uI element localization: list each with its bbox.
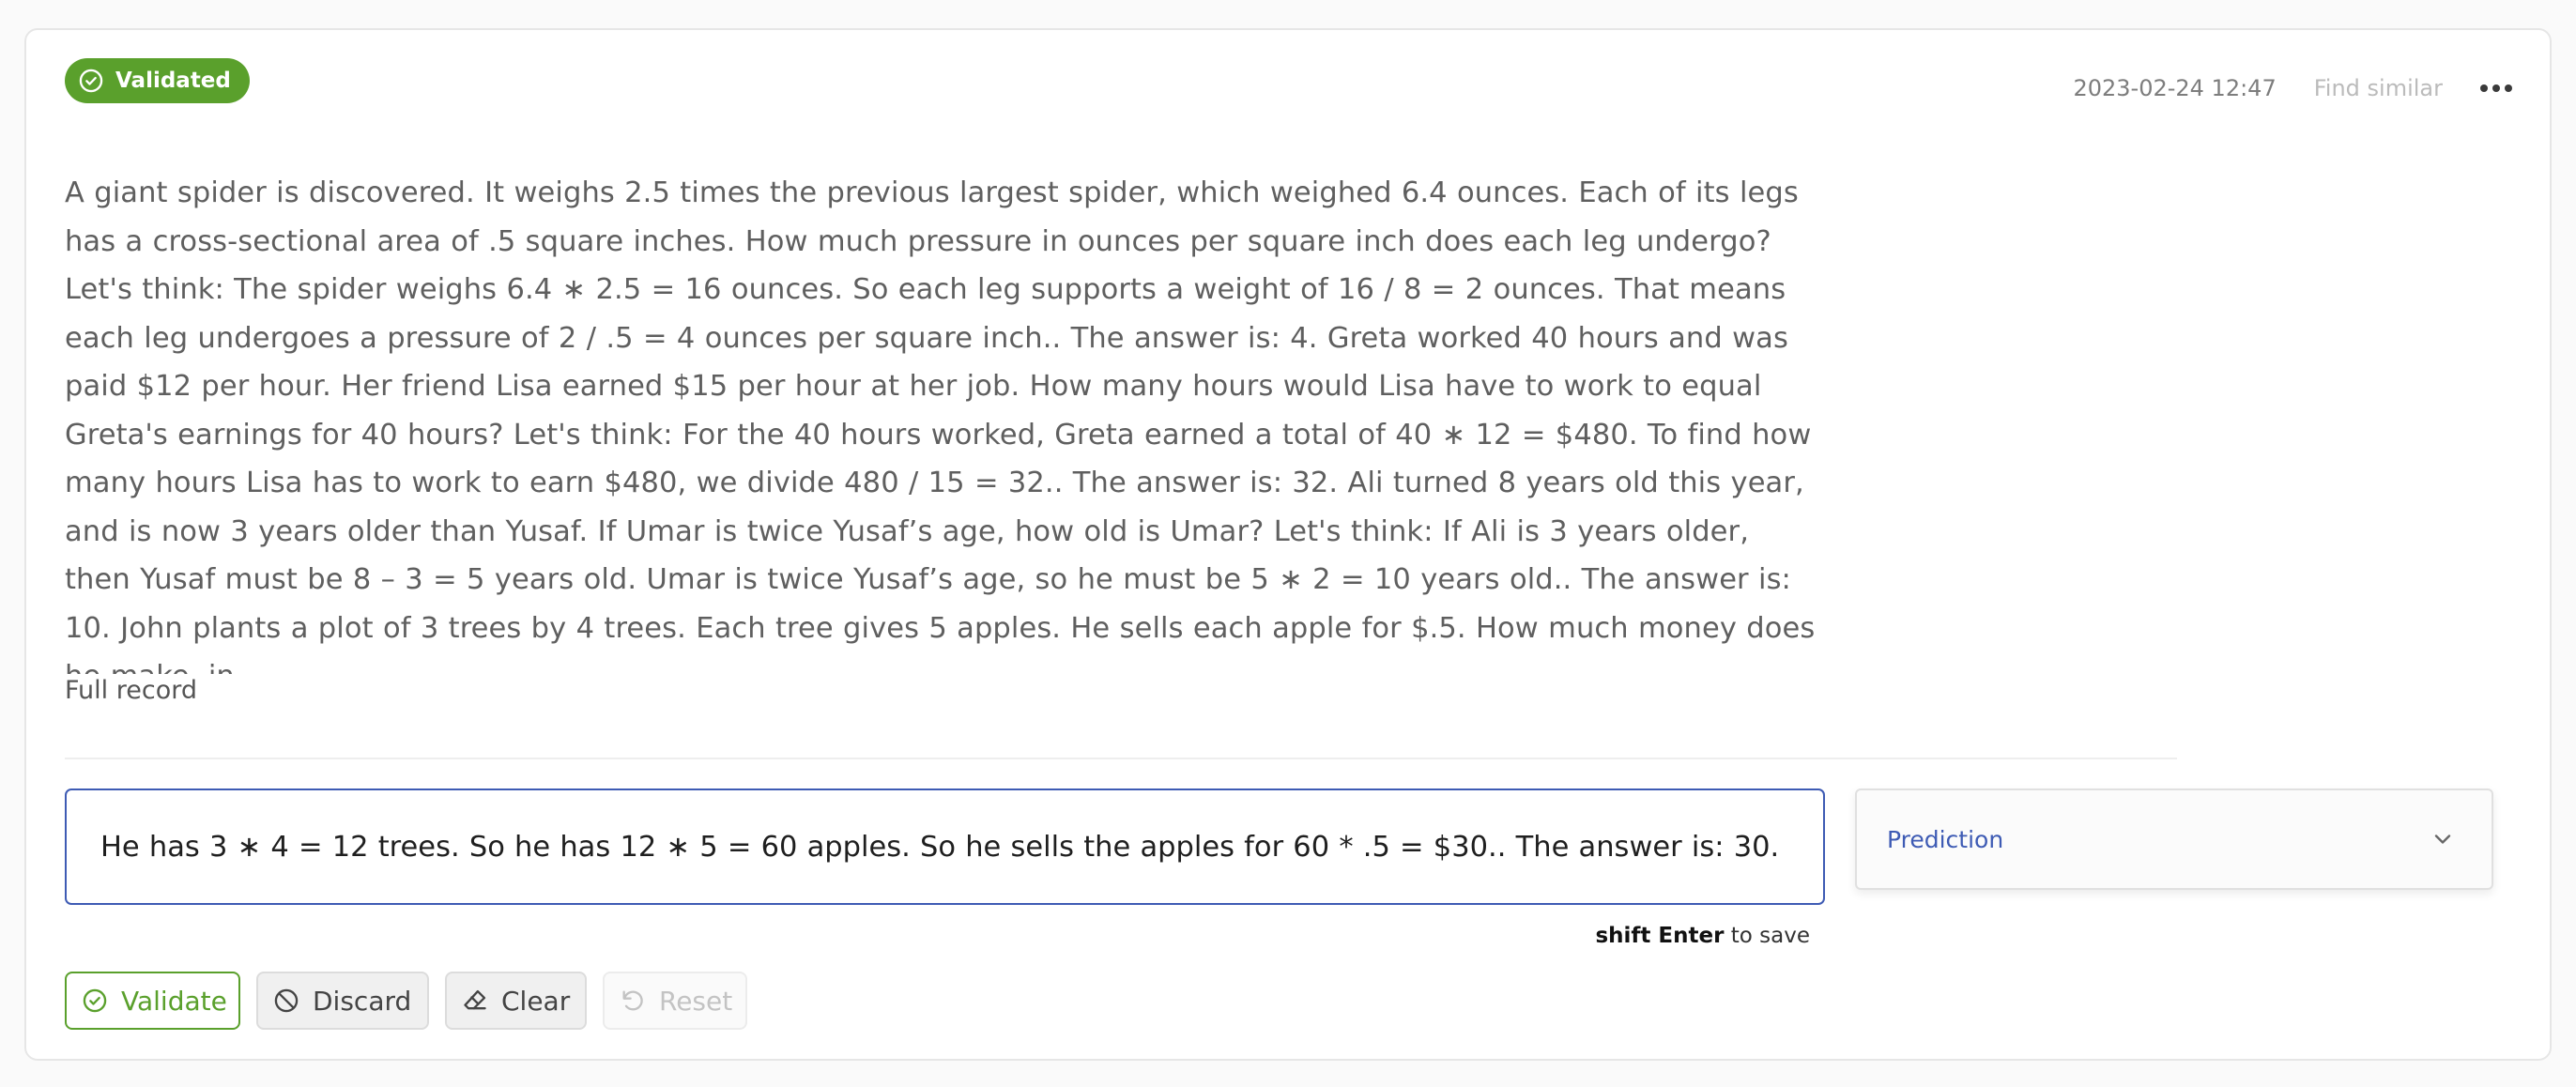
- clear-label: Clear: [501, 985, 571, 1017]
- chevron-down-icon: [2430, 826, 2456, 852]
- reset-label: Reset: [659, 985, 733, 1017]
- status-badge: Validated: [65, 58, 250, 103]
- status-label: Validated: [115, 69, 231, 93]
- action-bar: Validate Discard Clear Reset: [65, 972, 747, 1030]
- undo-icon: [620, 987, 646, 1014]
- annotation-text-field[interactable]: He has 3 ∗ 4 = 12 trees. So he has 12 ∗ …: [65, 788, 1825, 905]
- record-card: Validated 2023-02-24 12:47 Find similar …: [24, 28, 2552, 1061]
- clear-button[interactable]: Clear: [445, 972, 587, 1030]
- discard-label: Discard: [313, 985, 412, 1017]
- discard-button[interactable]: Discard: [256, 972, 429, 1030]
- check-circle-icon: [78, 68, 104, 94]
- save-hint: shift Enter to save: [1585, 924, 1810, 948]
- prediction-dropdown[interactable]: Prediction: [1855, 788, 2493, 890]
- record-meta: 2023-02-24 12:47 Find similar: [2073, 75, 2512, 101]
- divider: [65, 758, 2177, 759]
- eraser-icon: [462, 987, 488, 1014]
- full-record-link[interactable]: Full record: [65, 676, 197, 705]
- check-circle-icon: [82, 987, 108, 1014]
- save-hint-key: shift Enter: [1595, 924, 1725, 948]
- save-hint-text: to save: [1724, 924, 1810, 948]
- reset-button[interactable]: Reset: [603, 972, 747, 1030]
- record-timestamp: 2023-02-24 12:47: [2073, 75, 2277, 101]
- validate-label: Validate: [121, 985, 227, 1017]
- ban-icon: [273, 987, 299, 1014]
- more-options-icon[interactable]: [2480, 84, 2512, 92]
- prediction-label: Prediction: [1887, 825, 2004, 853]
- record-text: A giant spider is discovered. It weighs …: [65, 176, 1816, 674]
- validate-button[interactable]: Validate: [65, 972, 240, 1030]
- find-similar-link[interactable]: Find similar: [2314, 75, 2443, 101]
